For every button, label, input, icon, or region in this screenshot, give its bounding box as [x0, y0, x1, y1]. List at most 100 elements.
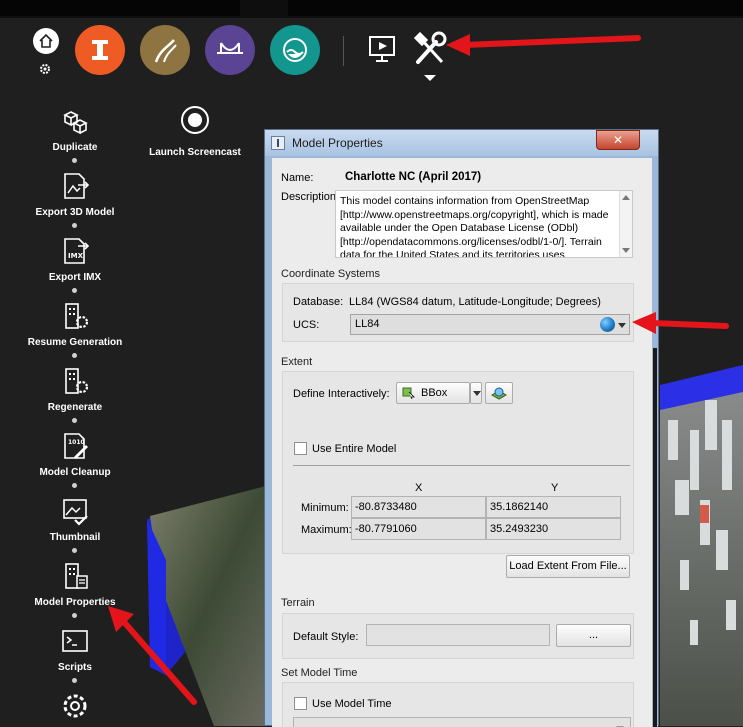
load-extent-from-file-button[interactable]: Load Extent From File... [506, 555, 630, 578]
annotation-arrow-model-properties [108, 606, 197, 705]
use-model-time-checkbox[interactable] [294, 697, 307, 710]
sidebar-label-regenerate: Regenerate [47, 402, 103, 413]
sidebar-item-resume-generation[interactable]: Resume Generation [0, 301, 150, 348]
scripts-icon [62, 630, 88, 652]
dialog-app-icon [271, 136, 285, 150]
sidebar-item-export-3d[interactable]: Export 3D Model [0, 171, 150, 218]
building-gear-icon [65, 303, 89, 329]
min-y-value: 35.1862140 [490, 501, 549, 513]
min-x-value: -80.8733480 [355, 501, 417, 513]
define-interactively-label: Define Interactively: [293, 388, 390, 400]
use-model-time-label: Use Model Time [312, 698, 392, 710]
terrain-heading: Terrain [281, 597, 315, 609]
description-scrollbar[interactable] [619, 191, 632, 257]
description-label: Description: [281, 191, 340, 203]
default-style-field[interactable] [366, 624, 550, 646]
name-value: Charlotte NC (April 2017) [345, 171, 482, 183]
home-button[interactable] [33, 28, 59, 54]
presentation-icon[interactable] [367, 33, 399, 65]
sidebar-dot [72, 418, 77, 423]
dialog-body: Name: Charlotte NC (April 2017) Descript… [272, 158, 652, 727]
svg-text:1010: 1010 [68, 439, 85, 446]
zoom-extent-icon [491, 387, 507, 400]
scroll-down-icon[interactable] [622, 248, 630, 253]
sidebar-dot [72, 483, 77, 488]
max-x-field[interactable]: -80.7791060 [351, 518, 486, 540]
dialog-title: Model Properties [292, 136, 383, 150]
x-header: X [415, 482, 423, 494]
database-value: LL84 (WGS84 datum, Latitude-Longitude; D… [349, 296, 601, 308]
sidebar-item-thumbnail[interactable]: Thumbnail [0, 496, 150, 543]
duplicate-icon [63, 111, 88, 135]
gear-icon [63, 694, 87, 718]
drainage-icon [283, 38, 307, 62]
sidebar-dot [72, 678, 77, 683]
extent-divider [293, 465, 630, 466]
home-icon [39, 33, 53, 48]
infraworks-icon [92, 40, 108, 60]
red-building [700, 505, 709, 523]
min-y-field[interactable]: 35.1862140 [486, 496, 621, 518]
bbox-dropdown[interactable]: BBox [396, 382, 470, 404]
sidebar-dot [72, 613, 77, 618]
dialog-scrollbar[interactable] [652, 158, 658, 727]
sidebar-label-resume-generation: Resume Generation [27, 337, 123, 348]
ucs-dropdown[interactable]: LL84 [350, 314, 630, 335]
bridges-app-button[interactable] [205, 25, 255, 75]
export-3d-icon [64, 173, 90, 199]
bbox-value: BBox [421, 387, 448, 399]
sidebar-item-duplicate[interactable]: Duplicate [0, 106, 150, 153]
sidebar-item-export-imx[interactable]: IMX Export IMX [0, 236, 150, 283]
max-y-value: 35.2493230 [490, 523, 549, 535]
dialog-titlebar[interactable]: Model Properties ✕ [265, 130, 658, 156]
coordinate-systems-heading: Coordinate Systems [281, 268, 381, 280]
minimum-label: Minimum: [301, 502, 349, 514]
toolbar-separator [343, 36, 344, 66]
model-properties-icon [65, 563, 88, 589]
sidebar-dot [72, 548, 77, 553]
ucs-label: UCS: [293, 319, 320, 331]
settings-gear-icon[interactable] [39, 63, 51, 75]
zoom-extent-button[interactable] [485, 382, 513, 404]
sidebar-label-export-imx: Export IMX [48, 272, 102, 283]
close-button[interactable]: ✕ [596, 130, 640, 150]
bridge-icon [217, 42, 243, 54]
infraworks-app-button[interactable] [75, 25, 125, 75]
tools-caret-icon [424, 75, 436, 81]
browse-style-button[interactable]: ... [556, 624, 631, 647]
sidebar-item-model-cleanup[interactable]: 1010 Model Cleanup [0, 431, 150, 478]
globe-icon [600, 317, 615, 332]
launch-screencast-button[interactable]: Launch Screencast [145, 105, 245, 158]
dialog-scrollbar-thumb[interactable] [653, 348, 657, 727]
regenerate-icon [65, 368, 89, 394]
sidebar-item-regenerate[interactable]: Regenerate [0, 366, 150, 413]
name-label: Name: [281, 172, 314, 184]
description-textarea[interactable]: This model contains information from Ope… [335, 190, 633, 258]
y-header: Y [551, 482, 559, 494]
roads-app-button[interactable] [140, 25, 190, 75]
sidebar-dot [72, 223, 77, 228]
bbox-dropdown-arrow[interactable] [470, 382, 482, 404]
sidebar-dot [72, 353, 77, 358]
use-entire-model-checkbox[interactable] [294, 442, 307, 455]
thumbnail-icon [63, 499, 88, 526]
scroll-up-icon[interactable] [622, 195, 630, 200]
set-model-time-heading: Set Model Time [281, 667, 358, 679]
max-x-value: -80.7791060 [355, 523, 417, 535]
export-imx-icon: IMX [64, 238, 90, 264]
ucs-value: LL84 [355, 318, 380, 330]
record-icon [181, 106, 209, 134]
max-y-field[interactable]: 35.2493230 [486, 518, 621, 540]
sidebar-dot [72, 288, 77, 293]
sidebar-label-thumbnail: Thumbnail [49, 532, 101, 543]
description-text: This model contains information from Ope… [340, 195, 609, 258]
min-x-field[interactable]: -80.8733480 [351, 496, 486, 518]
annotation-arrow-tools [446, 34, 641, 56]
sidebar-label-duplicate: Duplicate [52, 142, 98, 153]
extent-heading: Extent [281, 356, 313, 368]
chevron-down-icon[interactable] [618, 323, 626, 328]
use-entire-model-label: Use Entire Model [312, 443, 397, 455]
drainage-app-button[interactable] [270, 25, 320, 75]
launch-screencast-label: Launch Screencast [149, 147, 241, 158]
sidebar-dot [72, 158, 77, 163]
